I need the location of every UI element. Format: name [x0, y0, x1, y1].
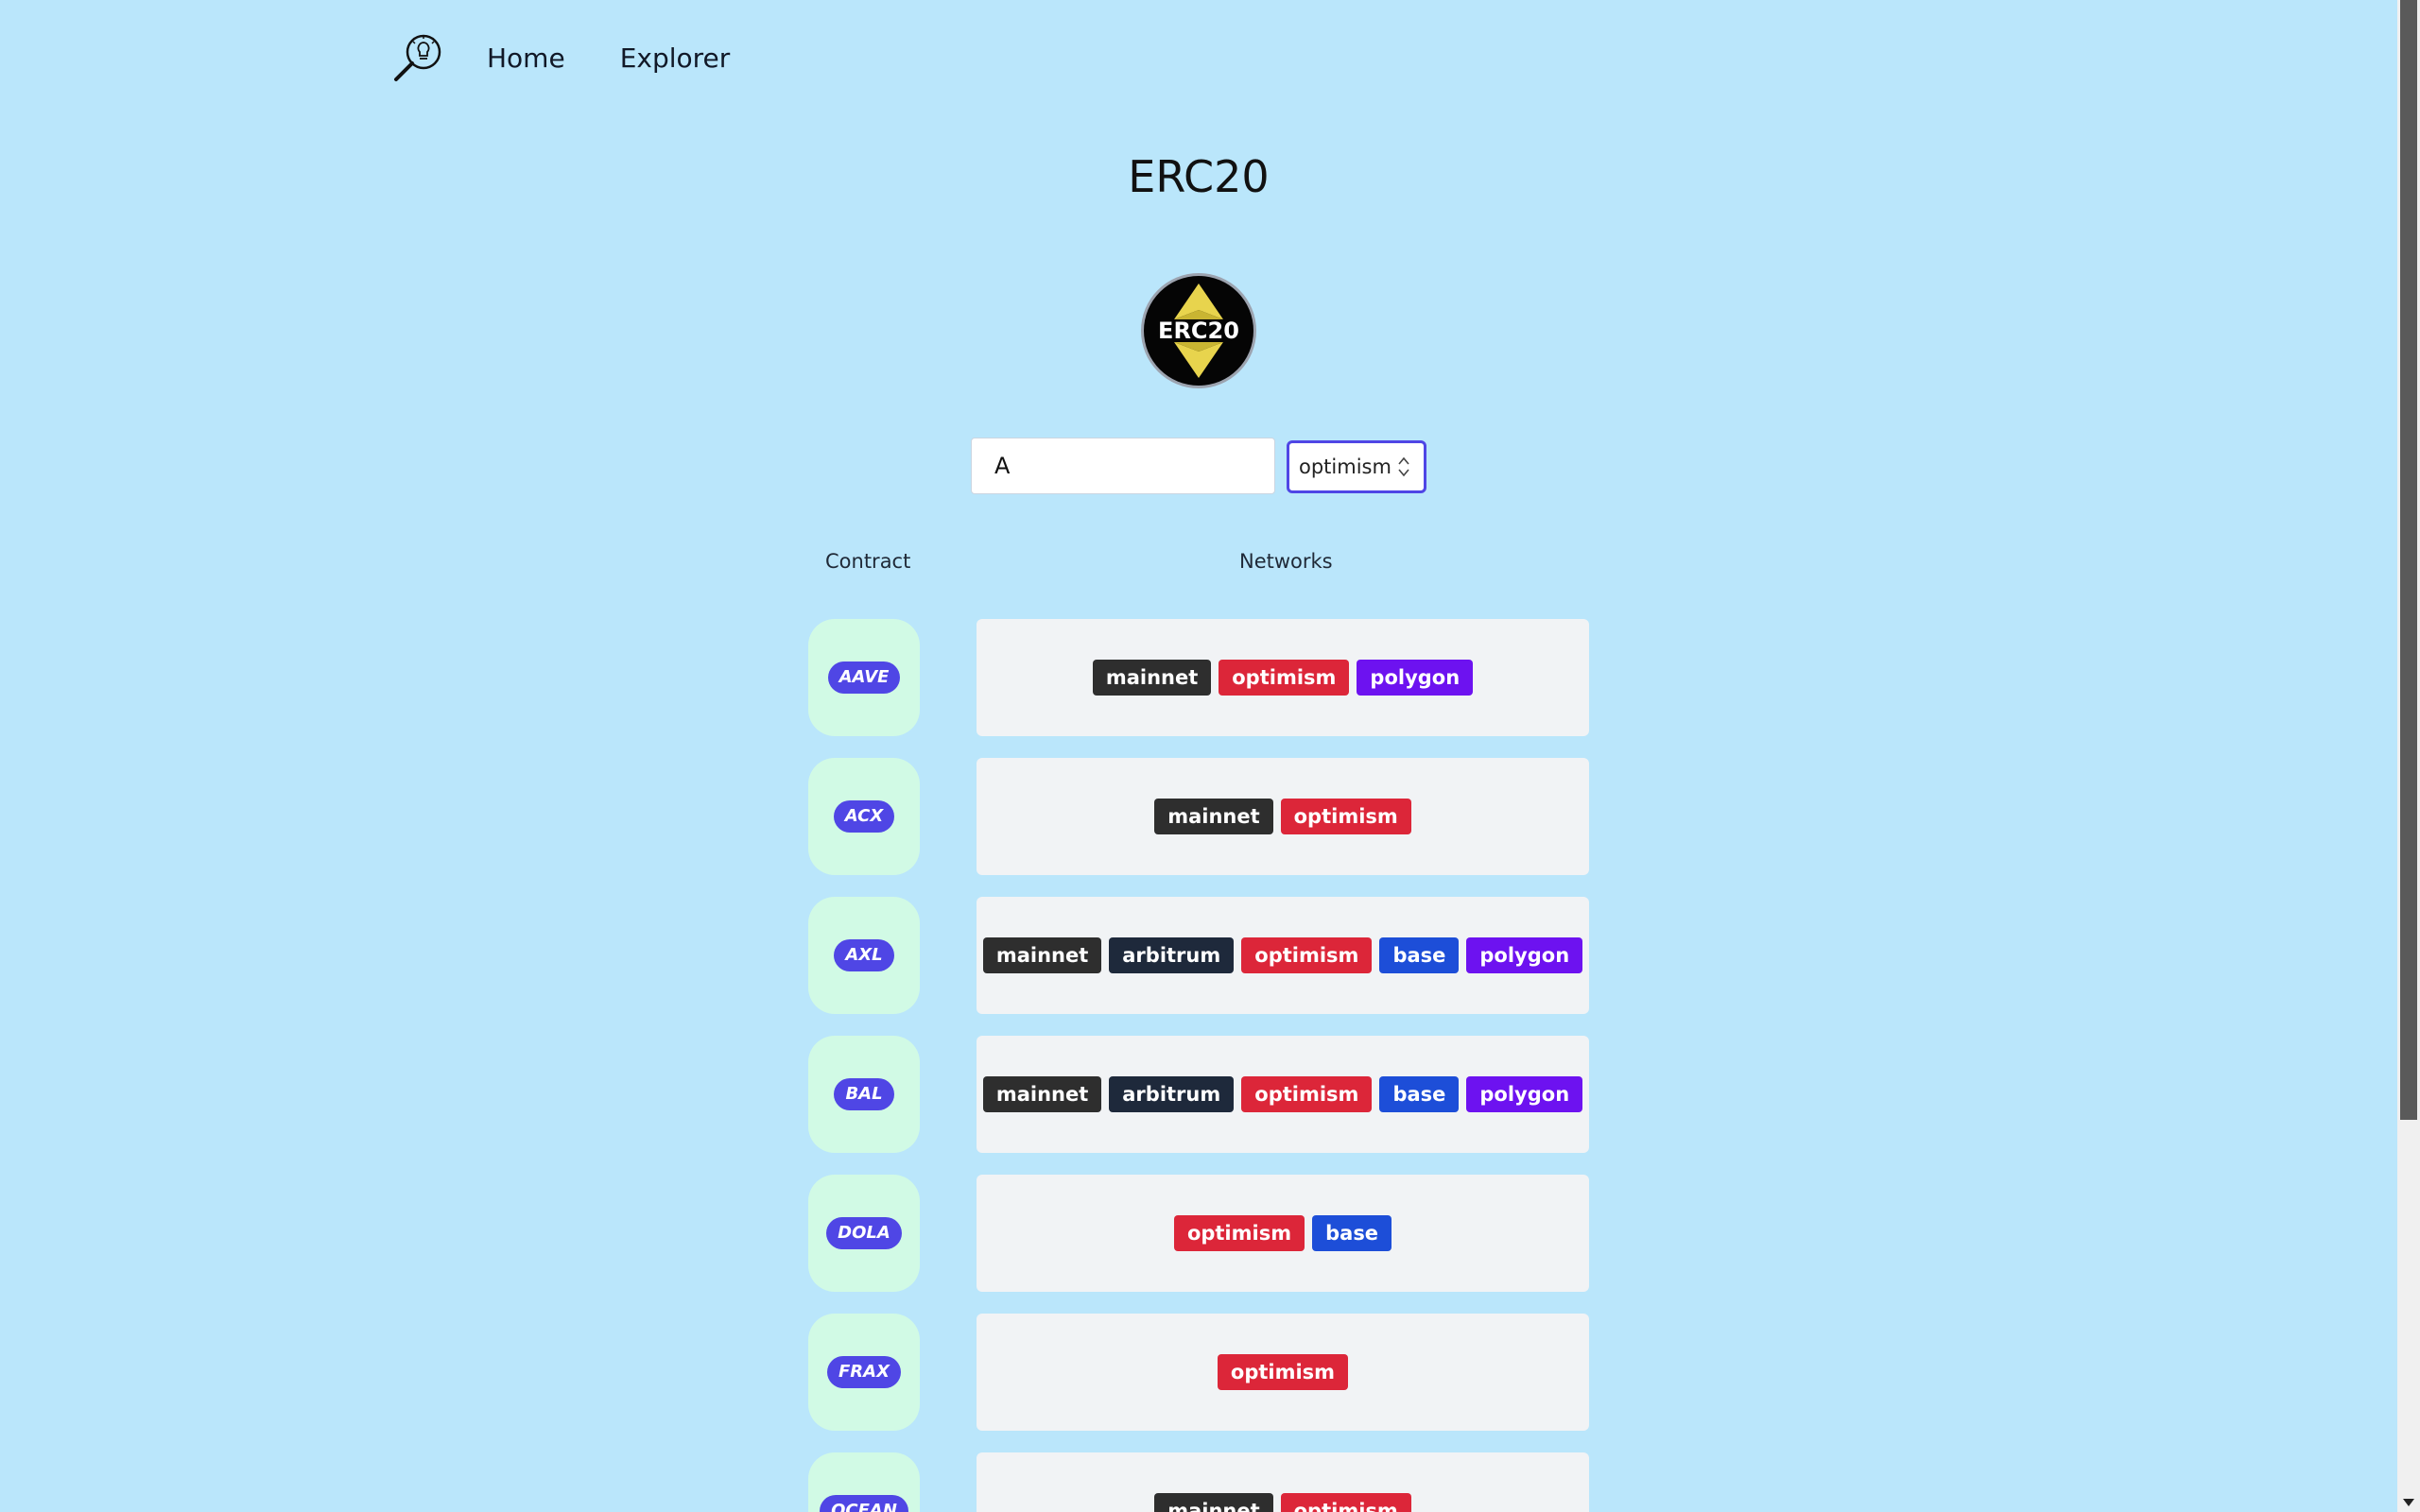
contract-badge-bal[interactable]: BAL: [834, 1078, 894, 1110]
table-row: ACX mainnet optimism: [808, 758, 1589, 875]
top-nav: Home Explorer: [390, 28, 785, 87]
contract-cell: ACX: [808, 758, 920, 875]
contract-badge-dola[interactable]: DOLA: [826, 1217, 902, 1249]
contract-cell: AAVE: [808, 619, 920, 736]
networks-cell: mainnet arbitrum optimism base polygon: [977, 897, 1589, 1014]
network-badge-mainnet[interactable]: mainnet: [1154, 1493, 1273, 1512]
network-badge-optimism[interactable]: optimism: [1173, 1215, 1305, 1251]
header-networks: Networks: [1239, 550, 1333, 573]
network-badge-optimism[interactable]: optimism: [1219, 660, 1350, 696]
contract-cell: OCEAN: [808, 1452, 920, 1512]
network-badge-polygon[interactable]: polygon: [1357, 660, 1474, 696]
scrollbar-thumb[interactable]: [2400, 0, 2417, 1120]
contract-badge-aave[interactable]: AAVE: [827, 662, 901, 694]
contract-badge-frax[interactable]: FRAX: [827, 1356, 901, 1388]
network-select-value: optimism: [1299, 455, 1392, 478]
network-select[interactable]: optimism: [1287, 440, 1426, 493]
header-contract: Contract: [825, 550, 911, 573]
network-badge-base[interactable]: base: [1379, 1076, 1460, 1112]
networks-cell: optimism base: [977, 1175, 1589, 1292]
network-badge-mainnet[interactable]: mainnet: [1154, 799, 1273, 834]
network-badge-base[interactable]: base: [1312, 1215, 1392, 1251]
scroll-down-arrow-icon[interactable]: [2403, 1499, 2414, 1506]
contract-badge-axl[interactable]: AXL: [834, 939, 894, 971]
table-row: AAVE mainnet optimism polygon: [808, 619, 1589, 736]
network-badge-base[interactable]: base: [1379, 937, 1460, 973]
networks-cell: mainnet optimism: [977, 758, 1589, 875]
erc20-logo-icon: ERC20: [1141, 273, 1256, 388]
table-row: AXL mainnet arbitrum optimism base polygon: [808, 897, 1589, 1014]
network-badge-mainnet[interactable]: mainnet: [982, 937, 1102, 973]
nav-link-explorer[interactable]: Explorer: [620, 43, 731, 74]
chevron-updown-icon: [1398, 456, 1409, 477]
table-row: BAL mainnet arbitrum optimism base polygon: [808, 1036, 1589, 1153]
page: Home Explorer ERC20 ERC20 optimism Contr…: [0, 0, 2420, 1512]
network-badge-polygon[interactable]: polygon: [1466, 1076, 1583, 1112]
network-badge-optimism[interactable]: optimism: [1280, 799, 1411, 834]
scrollbar[interactable]: [2397, 0, 2420, 1512]
magnifier-bulb-icon[interactable]: [390, 30, 445, 85]
networks-cell: mainnet arbitrum optimism base polygon: [977, 1036, 1589, 1153]
networks-cell: mainnet optimism: [977, 1452, 1589, 1512]
contract-cell: BAL: [808, 1036, 920, 1153]
search-input[interactable]: [971, 438, 1275, 494]
network-badge-mainnet[interactable]: mainnet: [1092, 660, 1212, 696]
nav-link-home[interactable]: Home: [487, 43, 565, 74]
networks-cell: mainnet optimism polygon: [977, 619, 1589, 736]
table-row: FRAX optimism: [808, 1314, 1589, 1431]
erc20-logo-text: ERC20: [1158, 318, 1239, 344]
network-badge-optimism[interactable]: optimism: [1241, 937, 1373, 973]
contract-cell: AXL: [808, 897, 920, 1014]
networks-cell: optimism: [977, 1314, 1589, 1431]
network-badge-arbitrum[interactable]: arbitrum: [1109, 1076, 1235, 1112]
contract-cell: DOLA: [808, 1175, 920, 1292]
network-badge-mainnet[interactable]: mainnet: [982, 1076, 1102, 1112]
contract-badge-acx[interactable]: ACX: [833, 800, 895, 833]
network-badge-optimism[interactable]: optimism: [1217, 1354, 1349, 1390]
table-row: OCEAN mainnet optimism: [808, 1452, 1589, 1512]
page-title: ERC20: [1128, 151, 1270, 202]
network-badge-polygon[interactable]: polygon: [1466, 937, 1583, 973]
contract-cell: FRAX: [808, 1314, 920, 1431]
contract-badge-ocean[interactable]: OCEAN: [820, 1495, 908, 1512]
network-badge-arbitrum[interactable]: arbitrum: [1109, 937, 1235, 973]
network-badge-optimism[interactable]: optimism: [1280, 1493, 1411, 1512]
table-row: DOLA optimism base: [808, 1175, 1589, 1292]
network-badge-optimism[interactable]: optimism: [1241, 1076, 1373, 1112]
